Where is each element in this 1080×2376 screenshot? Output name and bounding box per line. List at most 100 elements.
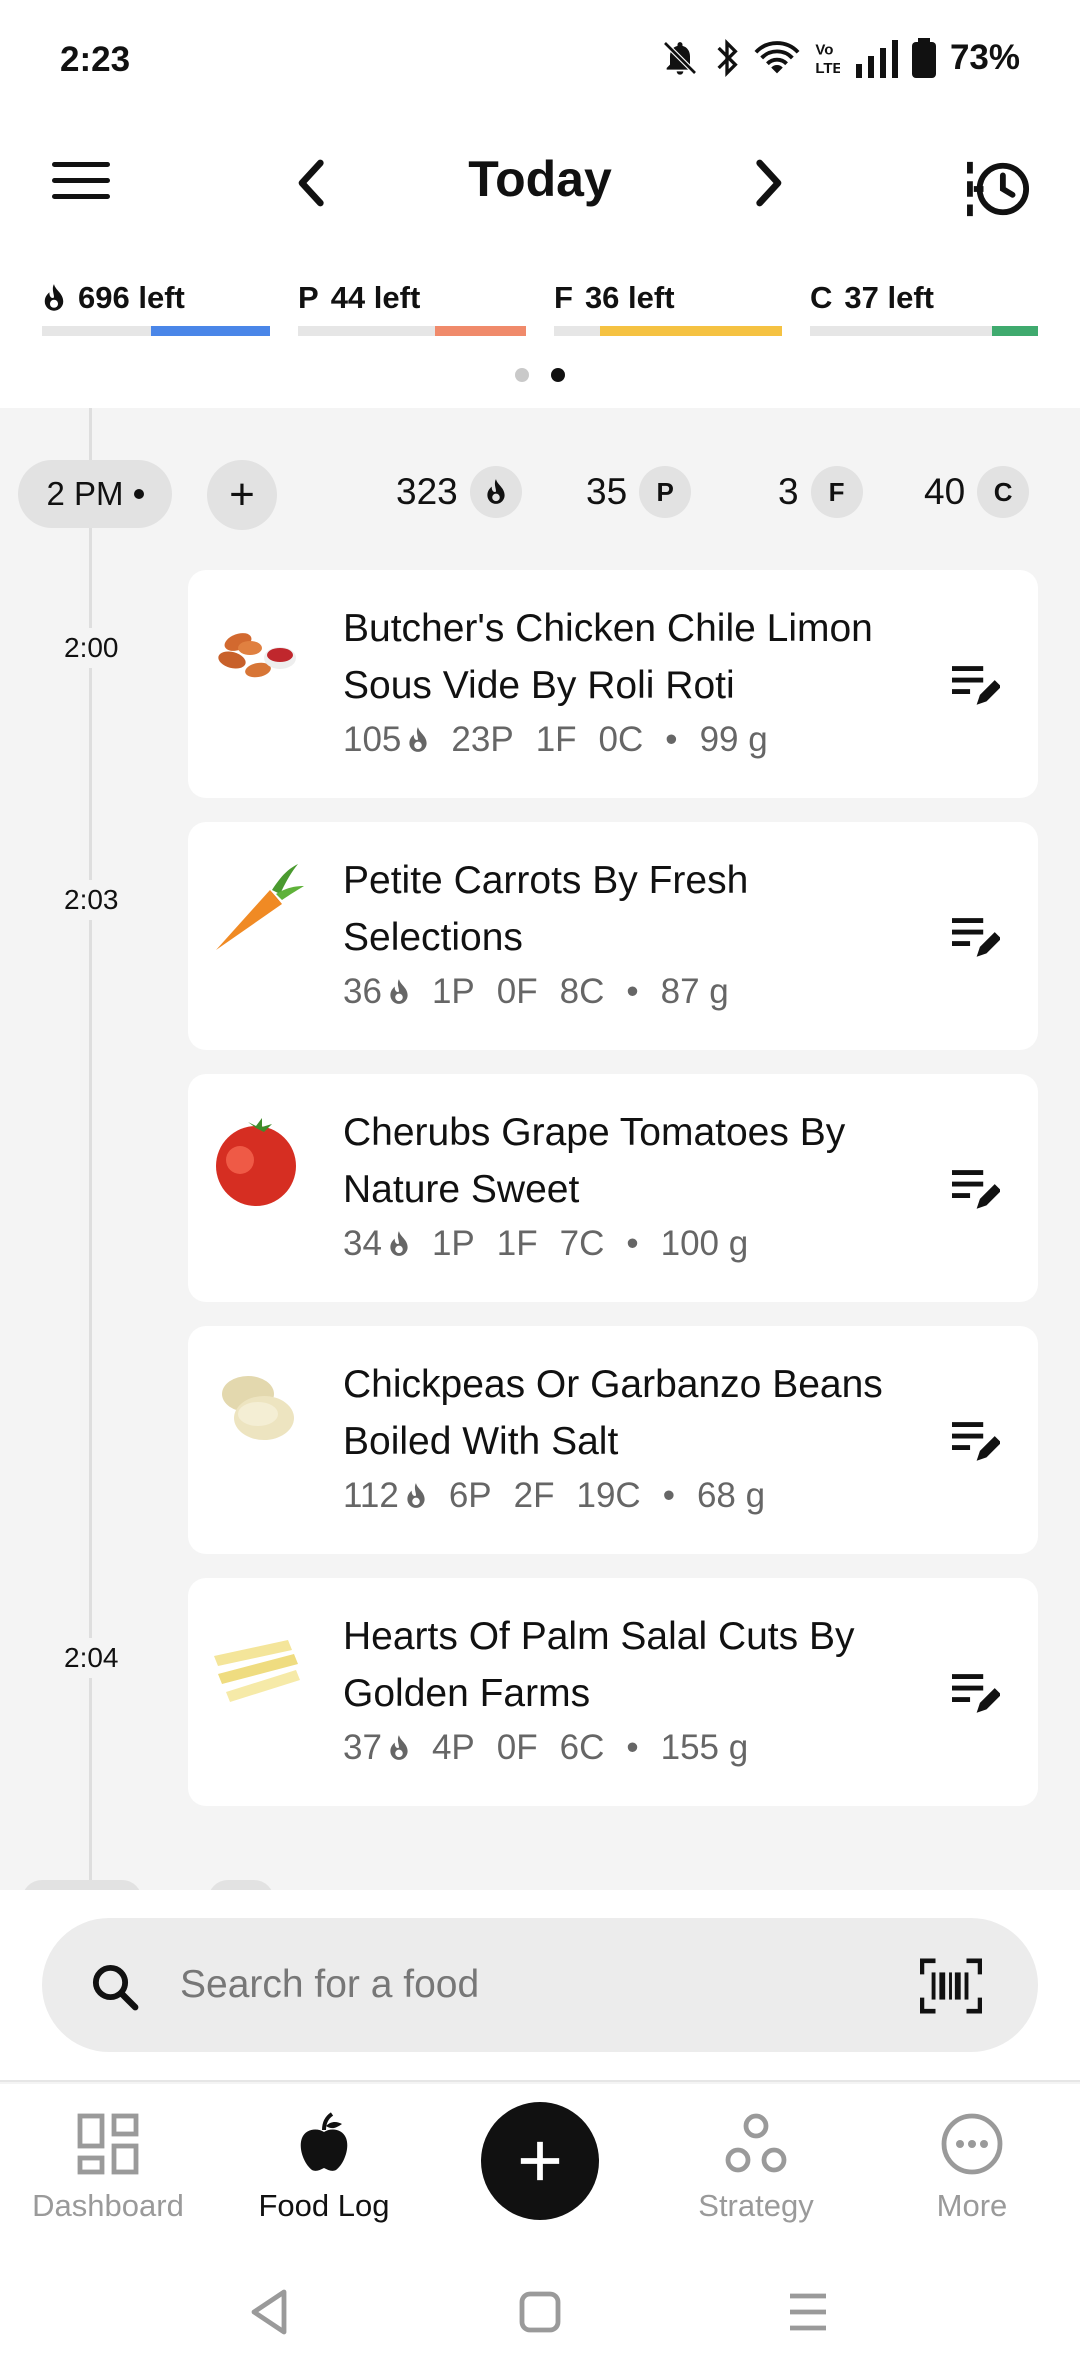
nav-food-log[interactable]: Food Log — [216, 2112, 432, 2224]
food-entry-card[interactable]: Petite Carrots By Fresh Selections 36 1P… — [188, 822, 1038, 1050]
menu-button[interactable] — [52, 158, 112, 202]
timeline-history-button[interactable] — [964, 158, 1034, 220]
food-protein: 4P — [431, 1728, 475, 1767]
food-fat: 0F — [496, 1728, 538, 1767]
edit-entry-icon[interactable] — [950, 662, 1000, 708]
food-protein: 6P — [448, 1476, 492, 1515]
food-carbs: 0C — [598, 720, 644, 759]
flame-icon — [409, 727, 428, 752]
hour-fat-value: 3 — [778, 471, 799, 512]
food-nutrition: 37 4P 0F 6C • 155 g — [343, 1728, 748, 1768]
hour-group-header: 2 PM + 323 35 P 3 F 40 C — [0, 460, 1080, 530]
food-weight: 87 g — [660, 972, 729, 1011]
search-icon — [92, 1964, 139, 2011]
add-food-button[interactable] — [481, 2102, 599, 2220]
carbs-progress-fill — [992, 326, 1038, 336]
apple-icon — [300, 2112, 348, 2171]
protein-left: P 44 left — [298, 278, 526, 336]
food-fat: 2F — [513, 1476, 555, 1515]
separator-dot: • — [626, 1224, 639, 1263]
fat-badge: F — [810, 466, 863, 518]
hour-protein-summary: 35 P — [586, 466, 692, 518]
food-name: Chickpeas Or Garbanzo Beans Boiled With … — [343, 1363, 883, 1463]
food-nutrition: 34 1P 1F 7C • 100 g — [343, 1224, 748, 1264]
search-input[interactable] — [180, 1948, 820, 2022]
separator-dot: • — [626, 972, 639, 1011]
status-icons: Vo LTE 73% — [660, 38, 1020, 78]
tomato-food-icon — [216, 1118, 296, 1206]
flame-icon — [390, 1231, 408, 1256]
fat-progress-fill — [599, 326, 782, 336]
system-navigation-bar — [0, 2254, 1080, 2376]
page-indicator[interactable] — [0, 368, 1080, 382]
food-weight: 100 g — [660, 1224, 749, 1263]
separator-dot: • — [665, 720, 678, 759]
hour-carbs-value: 40 — [924, 471, 966, 512]
more-icon — [941, 2113, 1003, 2175]
back-icon[interactable] — [248, 2288, 292, 2336]
flame-icon — [44, 284, 64, 311]
nav-more-label: More — [936, 2188, 1008, 2223]
barcode-scan-icon[interactable] — [920, 1958, 982, 2014]
page-dot[interactable] — [515, 368, 529, 382]
edit-entry-icon[interactable] — [950, 1670, 1000, 1716]
flame-icon — [407, 1483, 425, 1508]
nav-more[interactable]: More — [864, 2112, 1080, 2224]
home-icon[interactable] — [518, 2288, 562, 2336]
food-weight: 99 g — [699, 720, 768, 759]
entry-time: 2:04 — [62, 1638, 121, 1678]
entry-time: 2:00 — [62, 628, 121, 668]
previous-day-button[interactable] — [292, 158, 332, 208]
protein-progress-track — [298, 326, 526, 336]
nav-food-log-label: Food Log — [258, 2188, 390, 2223]
mute-icon — [663, 41, 697, 75]
carbs-progress-track — [810, 326, 1038, 336]
calories-progress-fill — [151, 326, 270, 336]
page-dot-active[interactable] — [551, 368, 565, 382]
food-carbs: 6C — [559, 1728, 605, 1767]
menu-icon — [52, 162, 110, 167]
hour-pill[interactable]: 2 PM — [18, 460, 172, 528]
edit-entry-icon[interactable] — [950, 1166, 1000, 1212]
recents-icon[interactable] — [786, 2288, 830, 2336]
nav-strategy-label: Strategy — [698, 2188, 814, 2223]
status-time: 2:23 — [60, 40, 131, 79]
fat-left-label: 36 left — [584, 280, 675, 315]
search-bar[interactable] — [42, 1918, 1038, 2052]
hour-protein-value: 35 — [586, 471, 628, 512]
food-entry-card[interactable]: Butcher's Chicken Chile Limon Sous Vide … — [188, 570, 1038, 798]
svg-text:Vo: Vo — [815, 42, 833, 59]
food-calories: 105 — [343, 720, 402, 759]
separator-dot: • — [626, 1728, 639, 1767]
protein-prefix: P — [298, 280, 319, 315]
food-calories: 112 — [343, 1476, 399, 1515]
page-title[interactable]: Today — [440, 150, 640, 208]
dashboard-icon — [77, 2113, 139, 2175]
carbs-left: C 37 left — [810, 278, 1038, 336]
protein-badge: P — [639, 466, 692, 518]
food-entry-card[interactable]: Hearts Of Palm Salal Cuts By Golden Farm… — [188, 1578, 1038, 1806]
food-weight: 68 g — [696, 1476, 766, 1515]
fat-prefix: F — [554, 280, 573, 315]
edit-entry-icon[interactable] — [950, 914, 1000, 960]
flame-badge-icon — [469, 466, 522, 518]
food-name: Petite Carrots By Fresh Selections — [343, 859, 749, 959]
hour-calories-summary: 323 — [396, 466, 522, 518]
food-fat: 1F — [496, 1224, 538, 1263]
food-entry-card[interactable]: Cherubs Grape Tomatoes By Nature Sweet 3… — [188, 1074, 1038, 1302]
carrot-food-icon — [216, 864, 304, 950]
edit-entry-icon[interactable] — [950, 1418, 1000, 1464]
food-calories: 34 — [343, 1224, 382, 1263]
food-entry-card[interactable]: Chickpeas Or Garbanzo Beans Boiled With … — [188, 1326, 1038, 1554]
battery-percent: 73% — [949, 38, 1020, 77]
volte-icon: VoLTE — [815, 42, 840, 77]
nav-dashboard-label: Dashboard — [32, 2188, 184, 2223]
nav-strategy[interactable]: Strategy — [648, 2112, 864, 2224]
food-fat: 0F — [496, 972, 538, 1011]
next-day-button[interactable] — [748, 158, 788, 208]
add-to-hour-button[interactable]: + — [207, 460, 277, 530]
food-carbs: 7C — [559, 1224, 605, 1263]
macro-targets[interactable]: 696 left P 44 left F 36 left C 37 left — [42, 278, 1038, 338]
flame-icon — [390, 979, 408, 1004]
nav-dashboard[interactable]: Dashboard — [0, 2112, 216, 2224]
